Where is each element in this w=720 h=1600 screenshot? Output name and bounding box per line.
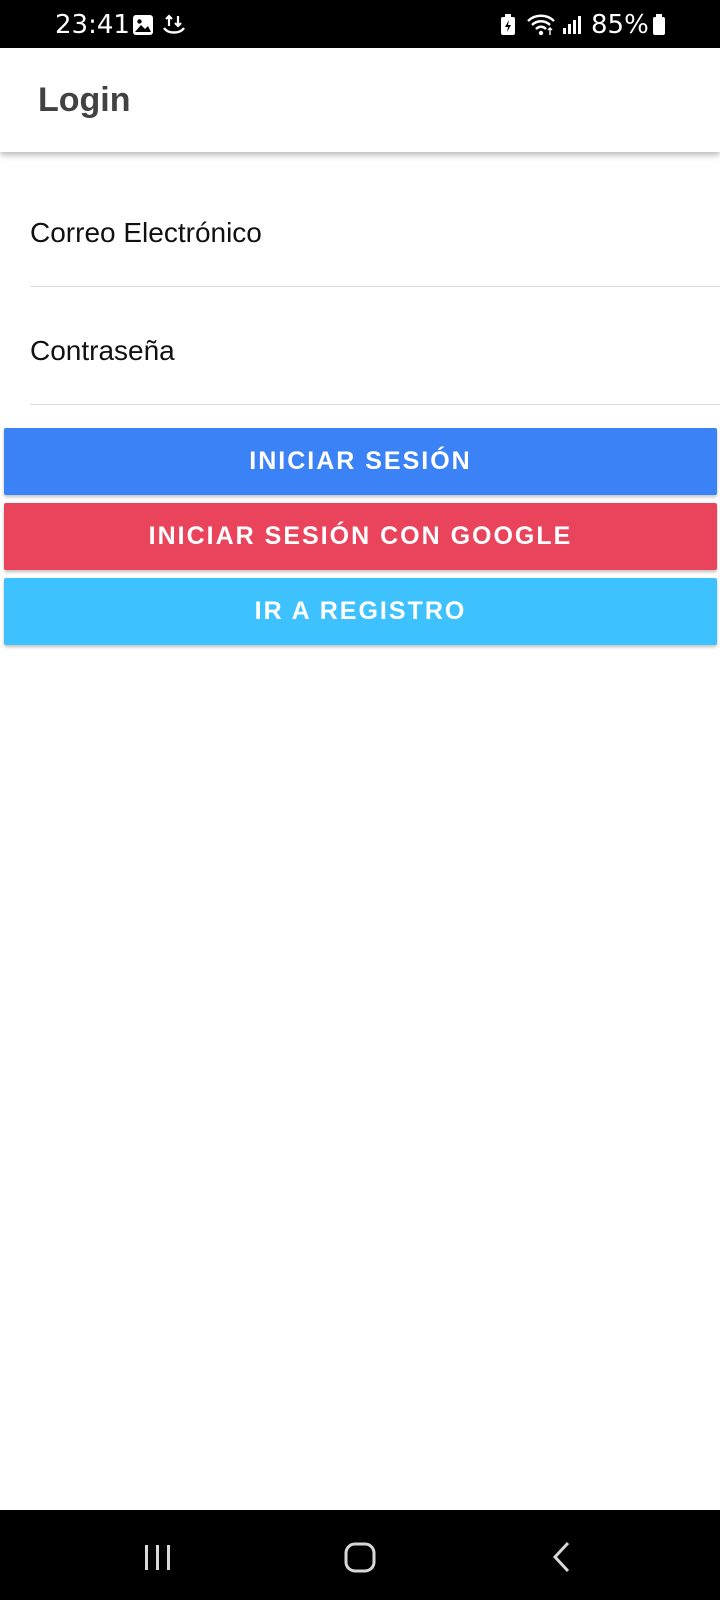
status-time: 23:41 bbox=[55, 10, 130, 40]
recent-apps-icon[interactable] bbox=[128, 1532, 188, 1582]
system-navigation-bar bbox=[0, 1510, 720, 1600]
image-icon bbox=[132, 14, 154, 41]
home-icon[interactable] bbox=[330, 1532, 390, 1582]
battery-saver-icon bbox=[500, 14, 516, 41]
email-field-label: Correo Electrónico bbox=[30, 217, 262, 248]
password-field-label: Contraseña bbox=[30, 335, 175, 366]
battery-icon bbox=[652, 14, 666, 41]
login-button[interactable]: INICIAR SESIÓN bbox=[4, 428, 717, 495]
app-bar: Login bbox=[0, 48, 720, 152]
signal-icon bbox=[561, 14, 583, 41]
google-login-button[interactable]: INICIAR SESIÓN CON GOOGLE bbox=[4, 503, 717, 570]
back-icon[interactable] bbox=[532, 1532, 592, 1582]
email-field[interactable]: Correo Electrónico bbox=[30, 168, 720, 287]
battery-percentage: 85% bbox=[591, 10, 649, 40]
status-bar: 23:41 85% bbox=[0, 0, 720, 48]
go-to-register-button[interactable]: IR A REGISTRO bbox=[4, 578, 717, 645]
password-field[interactable]: Contraseña bbox=[30, 286, 720, 405]
page-title: Login bbox=[38, 81, 131, 119]
wifi-icon bbox=[526, 14, 556, 41]
data-transfer-icon bbox=[162, 14, 186, 41]
